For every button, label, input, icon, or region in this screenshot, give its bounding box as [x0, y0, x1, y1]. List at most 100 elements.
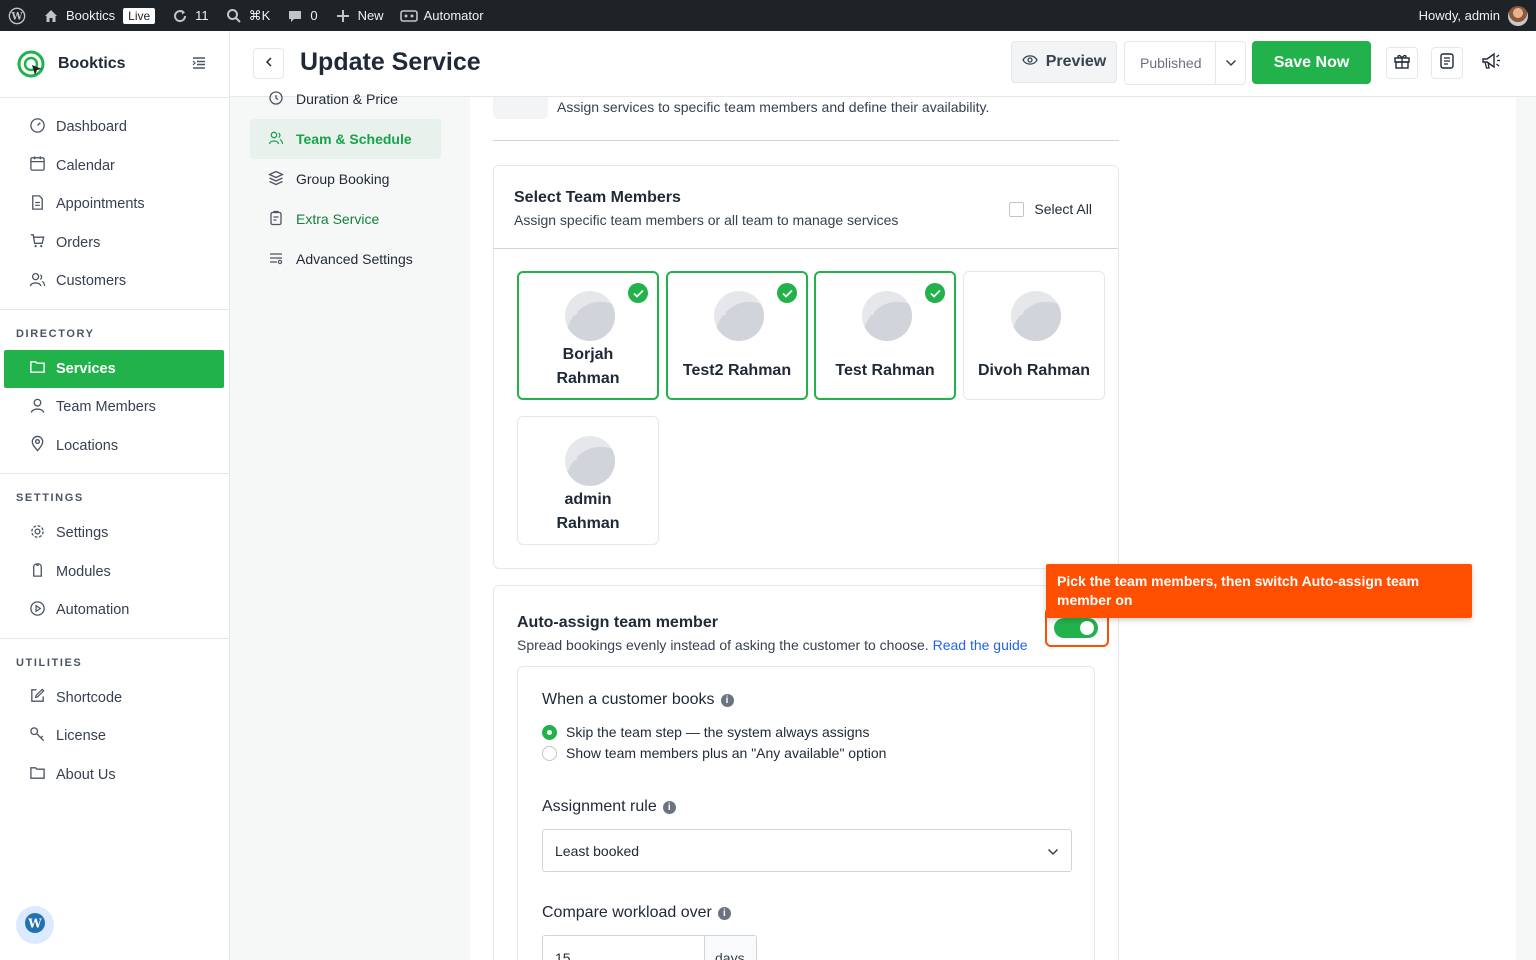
brand-name: Booktics — [58, 55, 126, 72]
site-name-link[interactable]: Booktics Live — [34, 0, 163, 31]
assignment-rule-label: Assignment rule i — [542, 798, 676, 816]
auto-assign-title: Auto-assign team member — [517, 614, 718, 631]
nav-item-team-members[interactable]: Team Members — [0, 388, 229, 427]
nav-item-settings[interactable]: Settings — [0, 514, 229, 553]
member-name: Test Rahman — [835, 362, 935, 379]
preview-label: Preview — [1045, 53, 1107, 70]
nav-heading-directory: DIRECTORY — [16, 327, 95, 340]
nav-item-locations[interactable]: Locations — [0, 427, 229, 466]
save-now-button[interactable]: Save Now — [1252, 41, 1371, 84]
nav-item-label: Settings — [56, 525, 109, 542]
nav-main: Dashboard Calendar Appointments Orders C… — [0, 98, 229, 310]
chevron-down-icon — [1215, 42, 1245, 84]
checkbox[interactable] — [1009, 201, 1025, 217]
wordpress-icon: W — [8, 7, 26, 25]
comments-link[interactable]: 0 — [278, 0, 325, 31]
wordpress-button[interactable]: W — [16, 906, 54, 944]
sliders-icon — [268, 250, 284, 269]
select-all-checkbox[interactable]: Select All — [1009, 201, 1092, 217]
info-icon[interactable]: i — [662, 800, 676, 814]
nav-item-label: Shortcode — [56, 689, 123, 706]
customers-icon — [29, 271, 46, 292]
team-member-card[interactable]: Test2 Rahman — [666, 271, 808, 400]
comment-icon — [286, 7, 304, 25]
section-label: Extra Service — [296, 211, 380, 227]
edit-icon — [29, 687, 46, 708]
collapse-sidebar-button[interactable] — [189, 55, 209, 75]
live-badge: Live — [123, 7, 156, 24]
document-icon — [1438, 52, 1456, 75]
team-member-card[interactable]: Test Rahman — [814, 271, 956, 400]
preview-button[interactable]: Preview — [1011, 41, 1117, 83]
section-duration-price[interactable]: Duration & Price — [250, 79, 441, 119]
gift-icon — [1393, 52, 1411, 75]
radio-skip-team-step[interactable]: Skip the team step — the system always a… — [542, 724, 869, 740]
nav-item-dashboard[interactable]: Dashboard — [0, 108, 229, 147]
member-name: Test2 Rahman — [682, 362, 792, 379]
nav-item-label: Locations — [56, 437, 119, 454]
section-group-booking[interactable]: Group Booking — [250, 159, 441, 199]
workload-value[interactable]: 15 — [543, 936, 704, 960]
team-member-card[interactable]: Borjah Rahman — [517, 271, 659, 400]
docs-button[interactable] — [1431, 47, 1463, 79]
nav-item-modules[interactable]: Modules — [0, 553, 229, 592]
workload-days-input[interactable]: 15 days — [542, 935, 757, 960]
nav-directory: DIRECTORY Services Team Members Location… — [0, 310, 229, 474]
nav-item-orders[interactable]: Orders — [0, 224, 229, 263]
section-extra-service[interactable]: Extra Service — [250, 199, 441, 239]
nav-item-shortcode[interactable]: Shortcode — [0, 679, 229, 718]
chevron-left-icon — [263, 55, 275, 73]
section-label: Duration & Price — [296, 91, 398, 107]
main-content: Assign services to specific team members… — [470, 97, 1516, 960]
search-shortcut[interactable]: ⌘K — [217, 0, 279, 31]
check-icon — [628, 283, 648, 303]
status-select[interactable]: Published — [1124, 41, 1246, 85]
nav-item-automation[interactable]: Automation — [0, 591, 229, 630]
auto-assign-toggle[interactable] — [1054, 618, 1098, 638]
automator-link[interactable]: Automator — [392, 0, 492, 31]
gift-button[interactable] — [1386, 47, 1418, 79]
appointments-icon — [29, 194, 46, 215]
nav-item-appointments[interactable]: Appointments — [0, 185, 229, 224]
announcements-button[interactable] — [1475, 47, 1507, 79]
nav-item-customers[interactable]: Customers — [0, 262, 229, 301]
section-label: Advanced Settings — [296, 251, 413, 267]
section-team-schedule[interactable]: Team & Schedule — [250, 119, 441, 159]
member-name: admin — [564, 491, 612, 508]
section-advanced-settings[interactable]: Advanced Settings — [250, 239, 441, 279]
megaphone-icon — [1480, 50, 1502, 77]
when-books-text: When a customer books — [542, 691, 715, 708]
auto-assign-settings: When a customer books i Skip the team st… — [517, 666, 1095, 960]
team-card-header: Select Team Members Assign specific team… — [494, 166, 1118, 249]
back-button[interactable] — [253, 48, 284, 79]
updates-link[interactable]: 11 — [163, 0, 217, 31]
nav-item-calendar[interactable]: Calendar — [0, 147, 229, 186]
radio[interactable] — [542, 745, 557, 761]
radio[interactable] — [542, 724, 557, 740]
user-icon — [29, 397, 46, 418]
wp-logo-menu[interactable]: W — [0, 0, 34, 31]
avatar-placeholder-icon — [862, 291, 912, 341]
info-icon[interactable]: i — [720, 693, 734, 707]
team-member-card[interactable]: Divoh Rahman — [963, 271, 1105, 400]
calendar-icon — [29, 155, 46, 176]
assignment-rule-select[interactable]: Least booked — [542, 829, 1072, 872]
nav-item-services[interactable]: Services — [4, 349, 224, 388]
team-schedule-icon — [493, 97, 548, 119]
my-account[interactable]: Howdy, admin — [1419, 0, 1528, 31]
check-icon — [777, 283, 797, 303]
nav-item-license[interactable]: License — [0, 717, 229, 756]
dashboard-icon — [29, 117, 46, 138]
team-member-card[interactable]: admin Rahman — [517, 416, 659, 545]
radio-show-team-members[interactable]: Show team members plus an "Any available… — [542, 745, 886, 761]
wordpress-icon: W — [24, 912, 46, 939]
layers-icon — [267, 170, 285, 189]
member-name: Rahman — [556, 370, 620, 387]
info-icon[interactable]: i — [717, 906, 731, 920]
read-guide-link[interactable]: Read the guide — [933, 637, 1028, 653]
folder-icon — [29, 358, 46, 379]
nav-item-about-us[interactable]: About Us — [0, 756, 229, 795]
nav-item-label: Orders — [56, 234, 101, 251]
new-content-link[interactable]: New — [326, 0, 392, 31]
app-sidebar: Booktics Dashboard Calendar Appointments… — [0, 31, 230, 960]
